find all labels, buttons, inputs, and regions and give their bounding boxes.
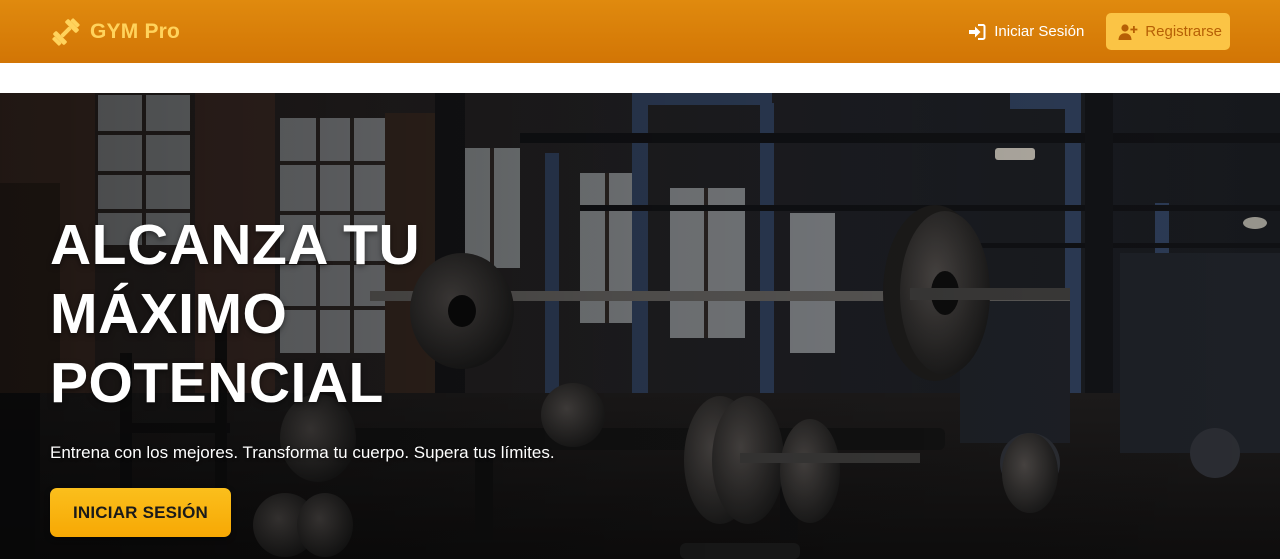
navbar: GYM Pro Iniciar Sesión Registrarse (0, 0, 1280, 63)
header-spacer (0, 63, 1280, 93)
nav-actions: Iniciar Sesión Registrarse (968, 13, 1230, 50)
hero-title-line: POTENCIAL (50, 351, 384, 415)
hero-subtitle: Entrena con los mejores. Transforma tu c… (50, 443, 555, 462)
brand-name: GYM Pro (90, 19, 181, 43)
hero-login-button[interactable]: INICIAR SESIÓN (50, 488, 231, 537)
dumbbell-icon (50, 16, 82, 48)
hero-content: ALCANZA TU MÁXIMO POTENCIAL Entrena con … (50, 211, 750, 537)
user-plus-icon (1118, 23, 1138, 41)
login-link[interactable]: Iniciar Sesión (968, 23, 1084, 41)
sign-in-icon (968, 23, 986, 41)
login-link-label: Iniciar Sesión (994, 23, 1085, 40)
brand-link[interactable]: GYM Pro (50, 16, 180, 48)
register-button-label: Registrarse (1145, 23, 1222, 40)
hero-section: ALCANZA TU MÁXIMO POTENCIAL Entrena con … (0, 93, 1280, 559)
hero-title-line: ALCANZA TU (50, 213, 421, 277)
hero-title: ALCANZA TU MÁXIMO POTENCIAL (50, 211, 510, 418)
hero-title-line: MÁXIMO (50, 282, 288, 346)
register-button[interactable]: Registrarse (1106, 13, 1230, 50)
